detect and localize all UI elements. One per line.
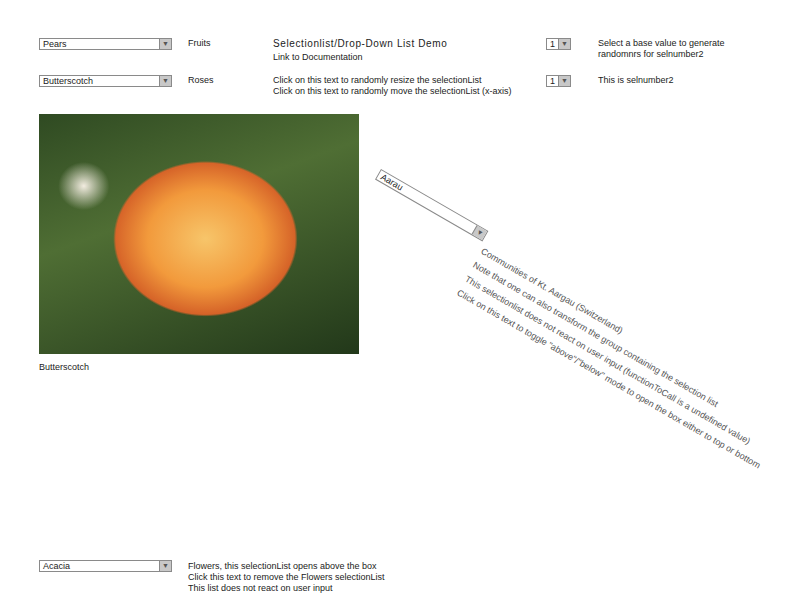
dropdown-arrow-icon[interactable]: ▼ (558, 76, 570, 86)
number-list[interactable]: 1▼ (546, 38, 571, 50)
list-label: Roses (188, 75, 273, 97)
dropdown-arrow-icon[interactable]: ▼ (159, 39, 171, 49)
note-text: This is selnumber2 (598, 75, 758, 86)
top-rows: Pears▼ FruitsSelectionlist/Drop-Down List… (39, 38, 800, 97)
selection-list[interactable]: Butterscotch▼ (39, 75, 172, 87)
flowers-note[interactable]: Click this text to remove the Flowers se… (188, 572, 385, 583)
note-text: Select a base value to generate (598, 38, 758, 49)
dropdown-arrow-icon[interactable]: ▼ (558, 39, 570, 49)
note-text: randomnrs for selnumber2 (598, 49, 758, 60)
title-text: Selectionlist/Drop-Down List Demo (273, 38, 546, 49)
flowers-note: Flowers, this selectionList opens above … (188, 561, 385, 572)
note-text[interactable]: Click on this text to randomly move the … (273, 86, 546, 97)
group-note: This selectionlist does not react on use… (462, 271, 723, 431)
dropdown-arrow-icon[interactable]: ▼ (159, 76, 171, 86)
dropdown-arrow-icon[interactable]: ▼ (159, 561, 171, 571)
selection-list[interactable]: Acacia▼ (39, 560, 172, 572)
flowers-note: This list does not react on user input (188, 583, 385, 594)
list-label: Fruits (188, 38, 273, 63)
dropdown-arrow-icon[interactable]: ▼ (472, 225, 487, 240)
selection-list[interactable]: Aarau▼ (375, 169, 488, 241)
rotated-group: Aarau▼Communities of Kt. Aargau (Switzer… (279, 169, 745, 556)
photo-caption: Butterscotch (39, 362, 359, 373)
demo-page: Pears▼ FruitsSelectionlist/Drop-Down List… (0, 0, 800, 600)
rose-photo (39, 114, 359, 354)
selection-list[interactable]: Pears▼ (39, 38, 172, 50)
link-text[interactable]: Link to Documentation (273, 52, 546, 63)
note-text[interactable]: Click on this text to randomly resize th… (273, 75, 546, 86)
group-note: Note that one can also transform the gro… (470, 257, 731, 417)
number-list[interactable]: 1▼ (546, 75, 571, 87)
